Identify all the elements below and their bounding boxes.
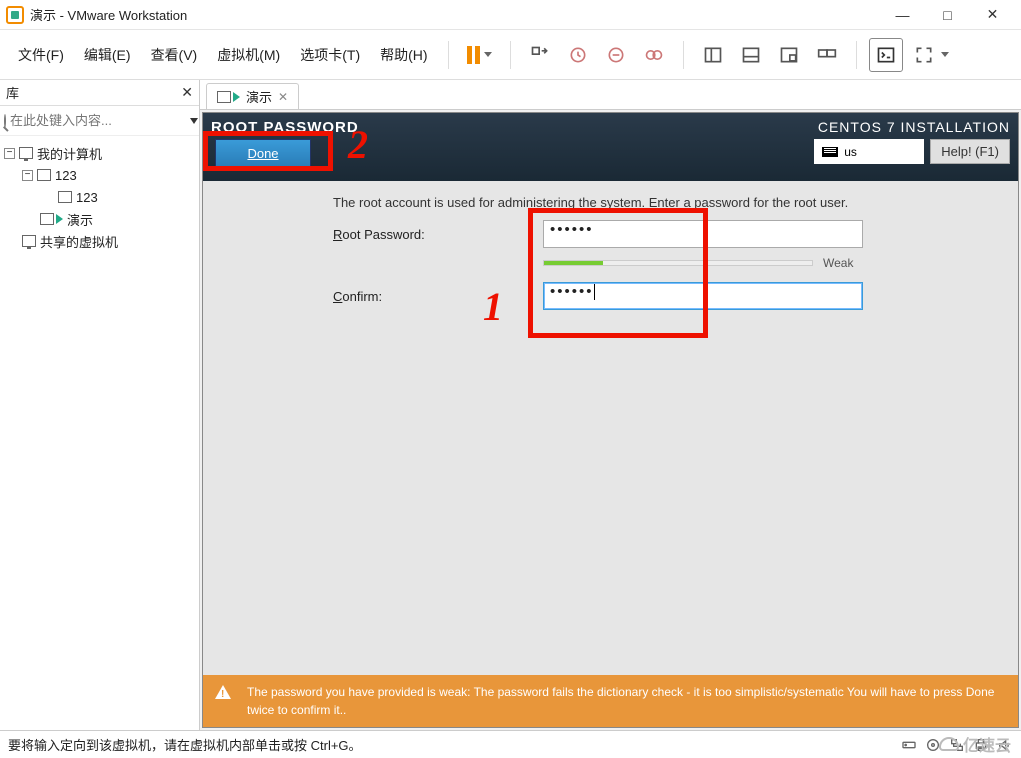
install-title: CENTOS 7 INSTALLATION <box>814 119 1010 135</box>
tree-collapse-icon[interactable]: − <box>4 148 15 159</box>
search-input[interactable] <box>10 113 186 128</box>
computer-icon <box>22 235 36 247</box>
vm-console[interactable]: ROOT PASSWORD Done CENTOS 7 INSTALLATION… <box>202 112 1019 728</box>
snapshot-manager-button[interactable] <box>637 38 671 72</box>
pause-icon <box>467 46 480 64</box>
password-strength-bar <box>543 260 813 266</box>
statusbar: 要将输入定向到该虚拟机，请在虚拟机内部单击或按 Ctrl+G。 <box>0 730 1021 758</box>
layout-multi-monitor-button[interactable] <box>810 38 844 72</box>
done-button[interactable]: Done <box>215 139 311 167</box>
tree-root-my-computer[interactable]: − 我的计算机 <box>4 142 195 164</box>
tree-item-demo[interactable]: 演示 <box>4 208 195 230</box>
fullscreen-button[interactable] <box>907 38 941 72</box>
vm-icon <box>40 213 54 225</box>
vm-icon <box>37 169 51 181</box>
vm-tabstrip: 演示 ✕ <box>200 80 1021 110</box>
maximize-button[interactable]: □ <box>925 1 970 29</box>
cloud-icon <box>939 737 959 751</box>
snapshot-revert-button[interactable] <box>599 38 633 72</box>
play-icon <box>233 92 240 102</box>
layout-thumbnail-button[interactable] <box>772 38 806 72</box>
vm-icon <box>58 191 72 203</box>
root-password-label: Root Password: <box>203 227 543 242</box>
console-button[interactable] <box>869 38 903 72</box>
search-icon <box>4 114 6 128</box>
tree-label: 演示 <box>67 210 93 229</box>
window-title: 演示 - VMware Workstation <box>30 5 187 24</box>
menu-tabs[interactable]: 选项卡(T) <box>292 41 368 69</box>
layout-sidebar-button[interactable] <box>696 38 730 72</box>
tree-item-123-child[interactable]: 123 <box>4 186 195 208</box>
harddisk-icon[interactable] <box>901 737 917 753</box>
tree-item-123[interactable]: − 123 <box>4 164 195 186</box>
send-ctrl-alt-del-button[interactable] <box>523 38 557 72</box>
warning-icon <box>215 685 231 699</box>
play-icon <box>56 214 63 224</box>
tree-label: 共享的虚拟机 <box>40 232 118 251</box>
status-text: 要将输入定向到该虚拟机，请在虚拟机内部单击或按 Ctrl+G。 <box>8 735 362 754</box>
menu-view[interactable]: 查看(V) <box>143 41 206 69</box>
sidebar-title: 库 <box>6 83 19 102</box>
tree-shared-vms[interactable]: 共享的虚拟机 <box>4 230 195 252</box>
library-tree: − 我的计算机 − 123 123 演示 <box>0 136 199 258</box>
menu-vm[interactable]: 虚拟机(M) <box>209 41 288 69</box>
sidebar-header: 库 ✕ <box>0 80 199 106</box>
menu-help[interactable]: 帮助(H) <box>372 41 435 69</box>
close-button[interactable]: ✕ <box>970 1 1015 29</box>
menubar: 文件(F) 编辑(E) 查看(V) 虚拟机(M) 选项卡(T) 帮助(H) <box>0 30 1021 80</box>
vm-icon <box>217 91 231 103</box>
page-title: ROOT PASSWORD <box>211 119 359 136</box>
keyboard-layout-selector[interactable]: us <box>814 139 924 164</box>
library-sidebar: 库 ✕ − 我的计算机 − 123 123 <box>0 80 200 730</box>
snapshot-button[interactable] <box>561 38 595 72</box>
window-titlebar: 演示 - VMware Workstation — □ ✕ <box>0 0 1021 30</box>
tree-label: 123 <box>76 190 98 205</box>
centos-installer: ROOT PASSWORD Done CENTOS 7 INSTALLATION… <box>203 113 1018 727</box>
watermark: 亿速云 <box>939 732 1011 756</box>
tab-label: 演示 <box>246 87 272 106</box>
sidebar-close-button[interactable]: ✕ <box>181 84 193 101</box>
layout-bottom-button[interactable] <box>734 38 768 72</box>
menu-file[interactable]: 文件(F) <box>10 41 72 69</box>
tree-label: 123 <box>55 168 77 183</box>
info-text: The root account is used for administeri… <box>333 195 1018 210</box>
tree-label: 我的计算机 <box>37 144 102 163</box>
password-strength-label: Weak <box>823 256 853 270</box>
computer-icon <box>19 147 33 159</box>
content-area: 演示 ✕ ROOT PASSWORD Done CENTOS 7 INSTALL… <box>200 80 1021 730</box>
tree-collapse-icon[interactable]: − <box>22 170 33 181</box>
keyboard-layout-label: us <box>844 145 857 159</box>
confirm-password-label: Confirm: <box>203 289 543 304</box>
installer-topbar: ROOT PASSWORD Done CENTOS 7 INSTALLATION… <box>203 113 1018 181</box>
root-password-input[interactable]: •••••• <box>543 220 863 248</box>
installer-body: The root account is used for administeri… <box>203 181 1018 727</box>
keyboard-icon <box>822 147 838 157</box>
chevron-down-icon <box>484 52 492 57</box>
vm-tab-demo[interactable]: 演示 ✕ <box>206 83 299 109</box>
tab-close-button[interactable]: ✕ <box>278 90 288 104</box>
warning-bar: The password you have provided is weak: … <box>203 675 1018 727</box>
sidebar-search[interactable] <box>0 106 199 136</box>
chevron-down-icon <box>941 52 949 57</box>
confirm-password-input[interactable]: •••••• <box>543 282 863 310</box>
app-icon <box>6 6 24 24</box>
minimize-button[interactable]: — <box>880 1 925 29</box>
watermark-text: 亿速云 <box>963 732 1011 756</box>
chevron-down-icon[interactable] <box>190 118 198 124</box>
menu-edit[interactable]: 编辑(E) <box>76 41 139 69</box>
warning-text: The password you have provided is weak: … <box>247 685 994 717</box>
help-button[interactable]: Help! (F1) <box>930 139 1010 164</box>
pause-button[interactable] <box>461 42 498 68</box>
